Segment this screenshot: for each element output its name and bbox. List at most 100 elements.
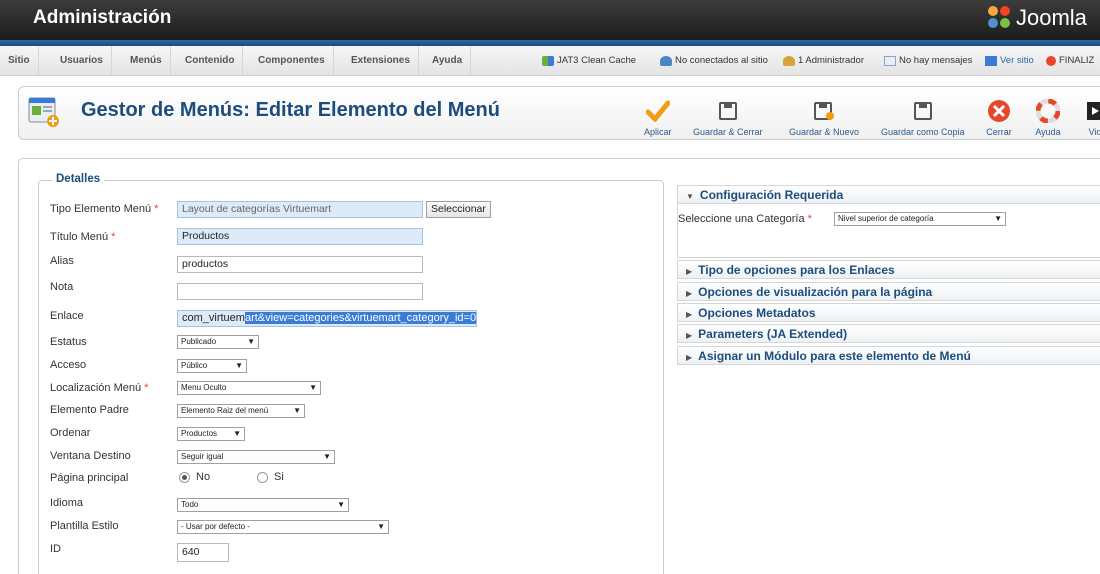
alias-input[interactable]: productos: [177, 256, 423, 273]
principal-radio-no[interactable]: No: [179, 471, 210, 483]
messages-label: No hay mensajes: [899, 55, 973, 66]
acceso-label: Acceso: [50, 359, 87, 371]
estatus-label: Estatus: [50, 336, 87, 348]
radio-no-label: No: [196, 471, 211, 483]
panel-parameters-ja[interactable]: ▶ Parameters (JA Extended): [677, 324, 1100, 343]
monitor-icon: [985, 55, 997, 66]
panel-tipo-opciones-label: Tipo de opciones para los Enlaces: [698, 263, 895, 277]
plantilla-value: - Usar por defecto -: [181, 522, 250, 531]
panel-asignar-modulo-label: Asignar un Módulo para este elemento de …: [698, 349, 971, 363]
save-copy-label: Guardar como Copia: [881, 127, 965, 137]
titulo-input[interactable]: Productos: [177, 228, 423, 245]
jat3-clean-cache[interactable]: JAT3 Clean Cache: [542, 46, 636, 75]
ordenar-value: Productos: [181, 429, 218, 438]
menu-usuarios[interactable]: Usuarios: [52, 46, 112, 75]
localizacion-select[interactable]: Menu Oculto ▼: [177, 381, 321, 395]
panel-opciones-metadatos-label: Opciones Metadatos: [698, 306, 816, 320]
categoria-select[interactable]: Nivel superior de categoría ▼: [834, 212, 1006, 226]
video-button[interactable]: Vid: [1082, 91, 1100, 137]
idioma-value: Todo: [181, 500, 199, 509]
principal-label: Página principal: [50, 472, 129, 484]
logout-link[interactable]: FINALIZ: [1046, 46, 1094, 75]
cache-icon: [542, 55, 554, 66]
admin-icon: [783, 55, 795, 66]
menu-sitio[interactable]: Sitio: [0, 46, 39, 75]
tipo-label: Tipo Elemento Menú *: [50, 203, 159, 215]
ventana-value: Seguir igual: [181, 452, 224, 461]
estatus-select[interactable]: Publicado ▼: [177, 335, 259, 349]
panel-configuracion-requerida[interactable]: ▼ Configuración Requerida: [677, 185, 1100, 204]
localizacion-label: Localización Menú *: [50, 382, 149, 394]
menu-menus[interactable]: Menús: [122, 46, 171, 75]
tipo-input[interactable]: Layout de categorías Virtuemart: [177, 201, 423, 218]
radio-unchecked-icon: [257, 471, 268, 483]
view-site-label: Ver sitio: [1000, 55, 1034, 66]
config-title: Configuración Requerida: [699, 188, 844, 202]
seleccionar-button[interactable]: Seleccionar: [426, 201, 491, 218]
apply-label: Aplicar: [644, 127, 672, 137]
chevron-down-icon: ▼: [337, 500, 345, 509]
ordenar-select[interactable]: Productos ▼: [177, 427, 245, 441]
users-icon: [660, 55, 672, 66]
video-icon: [1082, 98, 1100, 124]
plantilla-label: Plantilla Estilo: [50, 520, 119, 532]
check-icon: [645, 98, 671, 124]
chevron-down-icon: ▼: [233, 429, 241, 438]
menu-ayuda[interactable]: Ayuda: [424, 46, 472, 75]
principal-radio-si[interactable]: Si: [257, 471, 284, 483]
joomla-logo[interactable]: Joomla: [988, 5, 1087, 31]
admin-header: Administración Joomla: [0, 0, 1100, 40]
nota-input[interactable]: [177, 283, 423, 300]
padre-select[interactable]: Elemento Raiz del menú ▼: [177, 404, 305, 418]
ventana-select[interactable]: Seguir igual ▼: [177, 450, 335, 464]
chevron-down-icon: ▼: [994, 214, 1002, 223]
panel-opciones-metadatos[interactable]: ▶ Opciones Metadatos: [677, 303, 1100, 322]
main-menubar: Sitio Usuarios Menús Contenido Component…: [0, 46, 1100, 76]
admins-status: 1 Administrador: [783, 46, 864, 75]
ordenar-label: Ordenar: [50, 427, 91, 439]
close-button[interactable]: Cerrar: [986, 91, 1012, 137]
power-icon: [1046, 55, 1056, 66]
enlace-input[interactable]: com_virtuemart&view=categories&virtuemar…: [177, 310, 477, 327]
categoria-label: Seleccione una Categoría *: [678, 213, 812, 225]
triangle-right-icon: ▶: [686, 289, 693, 298]
triangle-right-icon: ▶: [686, 267, 693, 276]
panel-opciones-visualizacion[interactable]: ▶ Opciones de visualización para la págin…: [677, 282, 1100, 301]
save-new-button[interactable]: Guardar & Nuevo: [789, 91, 859, 137]
idioma-select[interactable]: Todo ▼: [177, 498, 349, 512]
save-close-button[interactable]: Guardar & Cerrar: [693, 91, 763, 137]
id-label: ID: [50, 543, 61, 555]
triangle-down-icon: ▼: [686, 192, 694, 201]
menu-componentes[interactable]: Componentes: [250, 46, 334, 75]
ventana-label: Ventana Destino: [50, 450, 131, 462]
save-copy-button[interactable]: Guardar como Copia: [881, 91, 965, 137]
apply-button[interactable]: Aplicar: [644, 91, 672, 137]
radio-checked-icon: [179, 471, 190, 483]
joomla-logo-icon: [988, 6, 1012, 30]
menu-contenido[interactable]: Contenido: [177, 46, 244, 75]
chevron-down-icon: ▼: [377, 522, 385, 531]
logout-label: FINALIZ: [1059, 55, 1095, 66]
plantilla-select[interactable]: - Usar por defecto - ▼: [177, 520, 389, 534]
menu-extensiones[interactable]: Extensiones: [343, 46, 419, 75]
localizacion-value: Menu Oculto: [181, 383, 227, 392]
chevron-down-icon: ▼: [247, 337, 255, 346]
panel-asignar-modulo[interactable]: ▶ Asignar un Módulo para este elemento de…: [677, 346, 1100, 365]
help-button[interactable]: Ayuda: [1035, 91, 1061, 137]
toolbar-panel: Gestor de Menús: Editar Elemento del Men…: [18, 86, 1100, 140]
joomla-logo-text: Joomla: [1016, 5, 1087, 30]
acceso-select[interactable]: Público ▼: [177, 359, 247, 373]
view-site-link[interactable]: Ver sitio: [985, 46, 1034, 75]
panel-tipo-opciones[interactable]: ▶ Tipo de opciones para los Enlaces: [677, 260, 1100, 279]
close-label: Cerrar: [986, 127, 1012, 137]
save-icon: [715, 98, 741, 124]
panel-parameters-ja-label: Parameters (JA Extended): [698, 327, 848, 341]
alias-label: Alias: [50, 255, 74, 267]
triangle-right-icon: ▶: [686, 310, 693, 319]
nota-label: Nota: [50, 281, 74, 293]
messages-status[interactable]: No hay mensajes: [884, 46, 972, 75]
lifebuoy-icon: [1035, 98, 1061, 124]
padre-value: Elemento Raiz del menú: [181, 406, 269, 415]
titulo-label: Título Menú *: [50, 231, 116, 243]
padre-label: Elemento Padre: [50, 404, 129, 416]
